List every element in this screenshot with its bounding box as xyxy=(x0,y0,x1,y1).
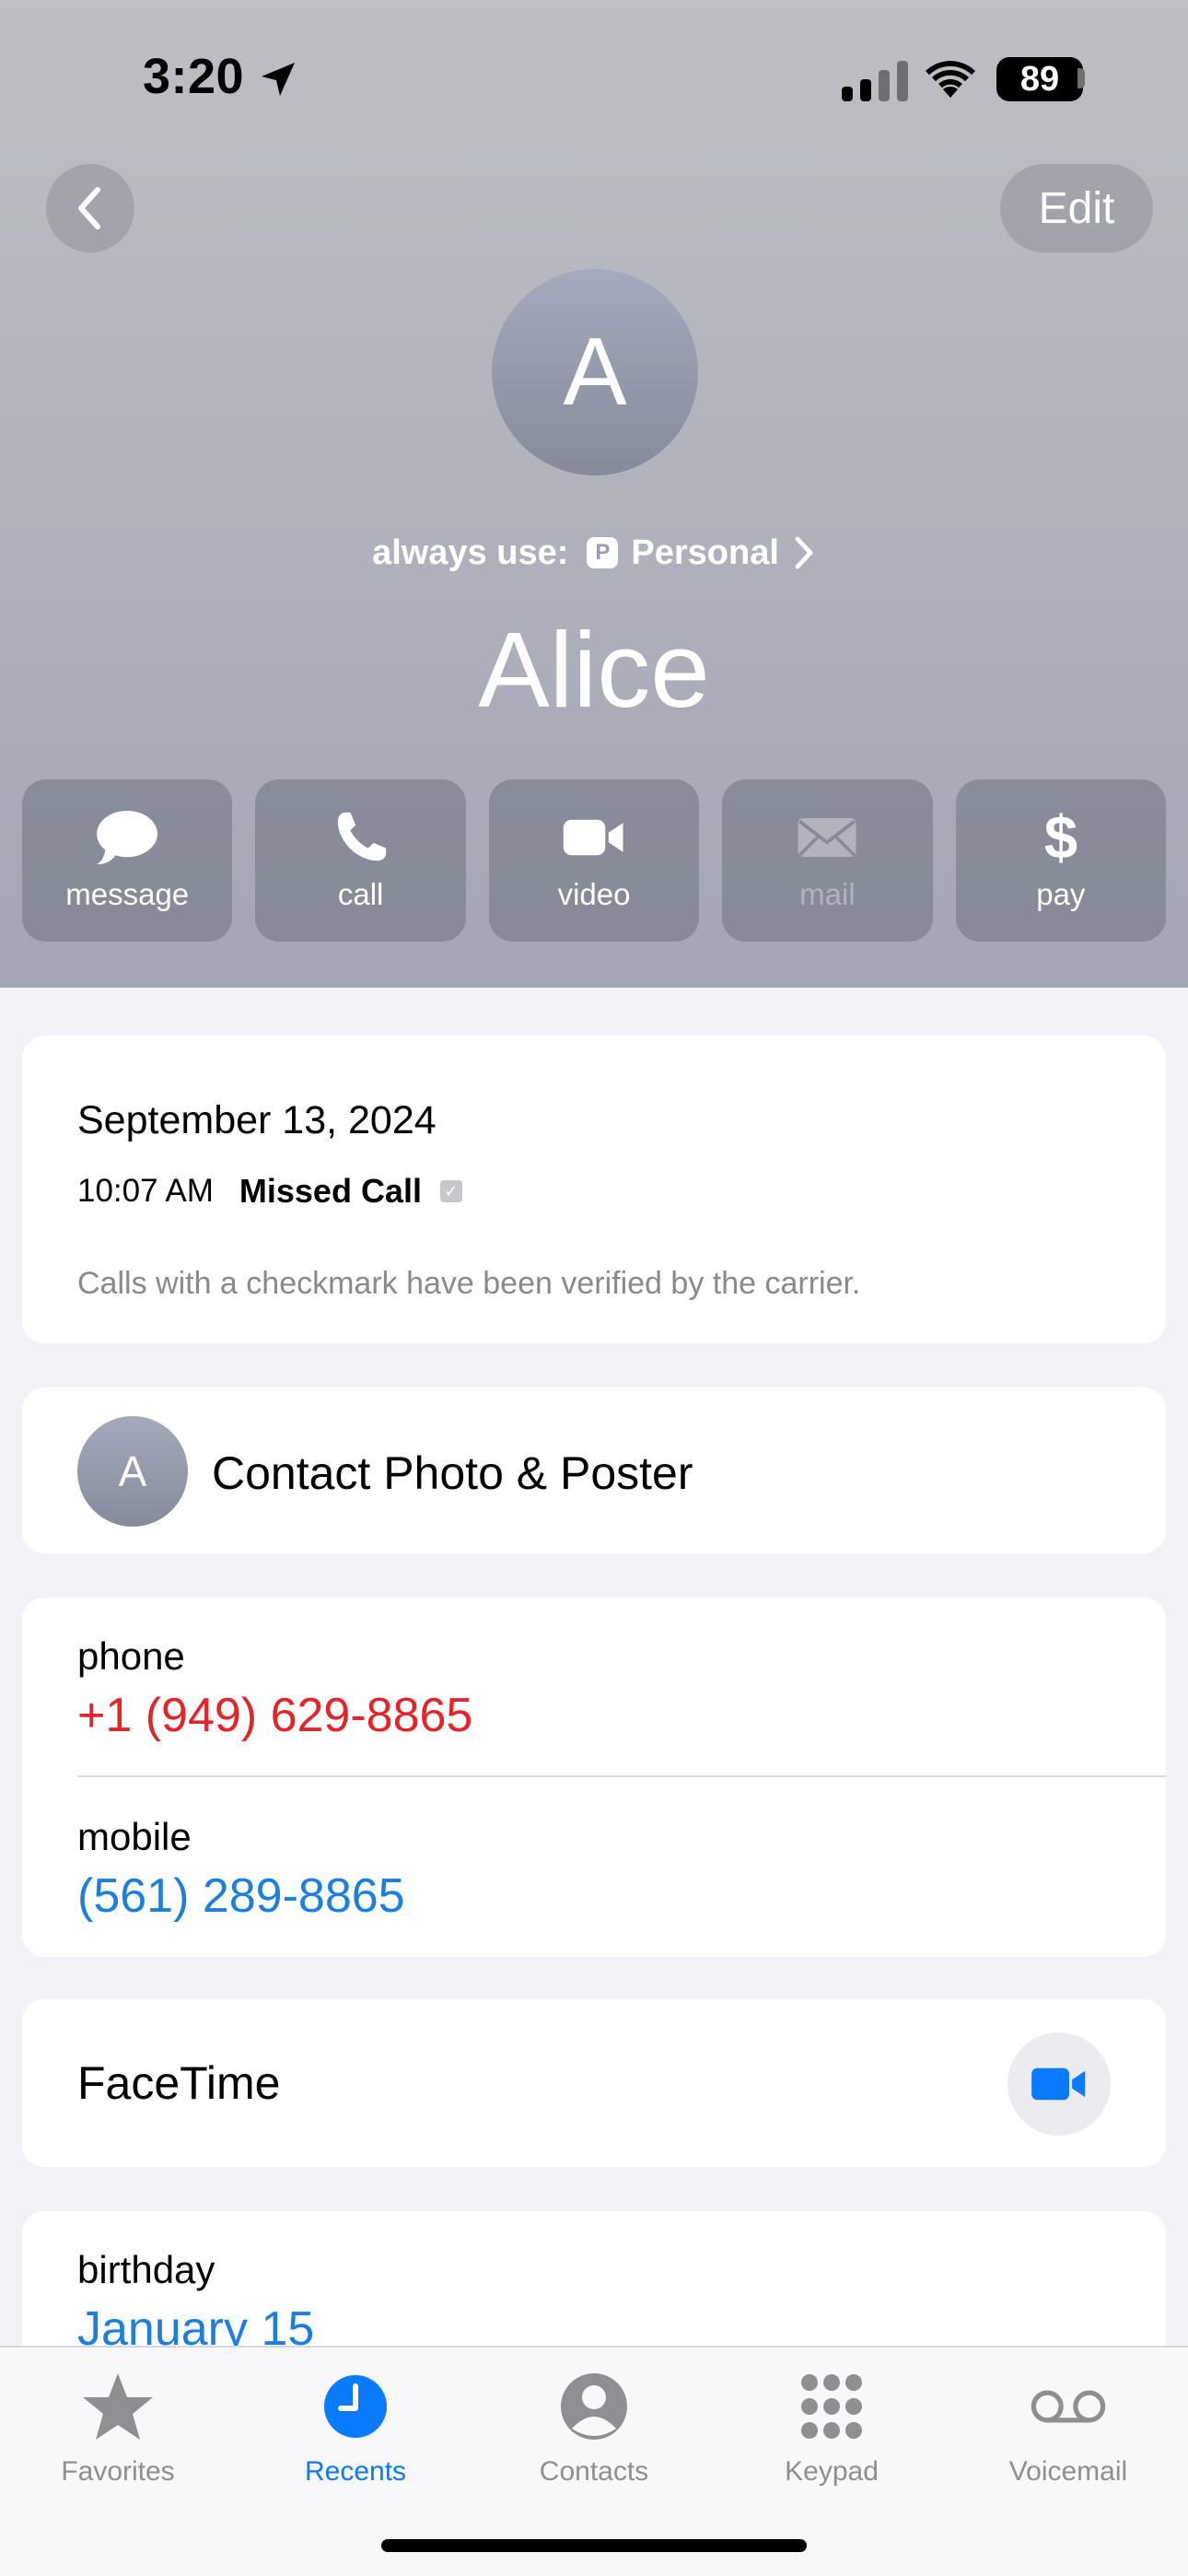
edit-button[interactable]: Edit xyxy=(1000,164,1153,252)
call-button[interactable]: call xyxy=(255,779,466,942)
mail-button[interactable]: mail xyxy=(722,779,933,942)
envelope-icon xyxy=(798,818,856,857)
call-info-card: September 13, 2024 10:07 AM Missed Call … xyxy=(22,1036,1166,1343)
cellular-signal-icon xyxy=(842,61,908,101)
status-time: 3:20 xyxy=(143,49,245,104)
pay-button[interactable]: $ pay xyxy=(955,779,1167,942)
line-badge: P xyxy=(587,537,619,568)
divider xyxy=(77,1775,1166,1777)
message-label: message xyxy=(65,877,190,911)
call-type: Missed Call xyxy=(239,1172,422,1210)
tab-recents[interactable]: Recents xyxy=(254,2371,457,2488)
svg-text:$: $ xyxy=(1044,809,1077,866)
message-button[interactable]: message xyxy=(22,779,233,942)
tab-recents-label: Recents xyxy=(304,2456,407,2487)
verification-note: Calls with a checkmark have been verifie… xyxy=(77,1266,861,1301)
location-arrow-icon xyxy=(262,63,295,96)
tab-favorites-label: Favorites xyxy=(61,2456,175,2487)
tab-voicemail-label: Voicemail xyxy=(1008,2456,1128,2487)
contact-header: 3:20 89 Edit A always use: P Personal Al… xyxy=(0,0,1188,988)
video-button[interactable]: video xyxy=(488,779,700,942)
person-circle-icon xyxy=(561,2373,627,2440)
keypad-icon xyxy=(801,2374,862,2439)
clock-icon xyxy=(324,2375,387,2438)
contact-photo-poster-row[interactable]: A Contact Photo & Poster xyxy=(22,1388,1166,1553)
birthday-label: birthday xyxy=(77,2248,215,2291)
contact-avatar-small: A xyxy=(77,1416,188,1527)
tab-favorites[interactable]: Favorites xyxy=(17,2371,219,2488)
voicemail-icon xyxy=(1031,2390,1106,2423)
wifi-icon xyxy=(926,61,975,98)
tab-contacts-label: Contacts xyxy=(539,2456,649,2487)
battery-indicator: 89 xyxy=(996,57,1083,101)
star-icon xyxy=(83,2373,153,2440)
facetime-label: FaceTime xyxy=(77,2057,281,2109)
back-button[interactable] xyxy=(46,164,134,252)
tab-keypad-label: Keypad xyxy=(785,2456,879,2487)
message-bubble-icon xyxy=(97,810,158,865)
phone-label: phone xyxy=(77,1634,185,1678)
dollar-icon: $ xyxy=(1044,809,1077,866)
facetime-row: FaceTime xyxy=(22,1999,1166,2167)
mail-label: mail xyxy=(799,877,856,911)
status-bar: 3:20 89 xyxy=(0,0,1188,157)
video-label: video xyxy=(557,877,631,911)
verified-check-icon: ✓ xyxy=(439,1180,462,1202)
contact-photo-label: Contact Photo & Poster xyxy=(212,1447,693,1499)
line-name: Personal xyxy=(631,533,779,572)
contact-name: Alice xyxy=(478,610,710,730)
facetime-video-button[interactable] xyxy=(1007,2032,1111,2136)
call-label: call xyxy=(337,877,384,911)
mobile-number-link[interactable]: (561) 289-8865 xyxy=(77,1868,405,1924)
call-time: 10:07 AM xyxy=(77,1173,214,1209)
tab-voicemail[interactable]: Voicemail xyxy=(967,2371,1170,2488)
quick-actions: message call video mail $ pay xyxy=(22,779,1167,942)
pay-label: pay xyxy=(1036,877,1086,911)
home-indicator[interactable] xyxy=(381,2539,807,2552)
tab-keypad[interactable]: Keypad xyxy=(730,2371,933,2488)
phone-icon xyxy=(337,812,386,861)
phone-numbers-card: phone +1 (949) 629-8865 mobile (561) 289… xyxy=(22,1598,1166,1957)
always-use-label: always use: xyxy=(372,533,569,572)
mobile-label: mobile xyxy=(77,1815,192,1858)
video-camera-icon xyxy=(1031,2067,1086,2101)
phone-number-link[interactable]: +1 (949) 629-8865 xyxy=(77,1688,472,1743)
contact-avatar[interactable]: A xyxy=(492,269,698,475)
video-camera-icon xyxy=(563,819,623,856)
call-row: 10:07 AM Missed Call ✓ xyxy=(77,1172,462,1211)
battery-cap xyxy=(1077,68,1085,88)
default-line-selector[interactable]: always use: P Personal xyxy=(0,527,1188,579)
chevron-right-icon xyxy=(795,536,813,569)
chevron-left-icon xyxy=(78,187,100,229)
tab-contacts[interactable]: Contacts xyxy=(493,2371,695,2488)
call-date: September 13, 2024 xyxy=(77,1098,437,1142)
